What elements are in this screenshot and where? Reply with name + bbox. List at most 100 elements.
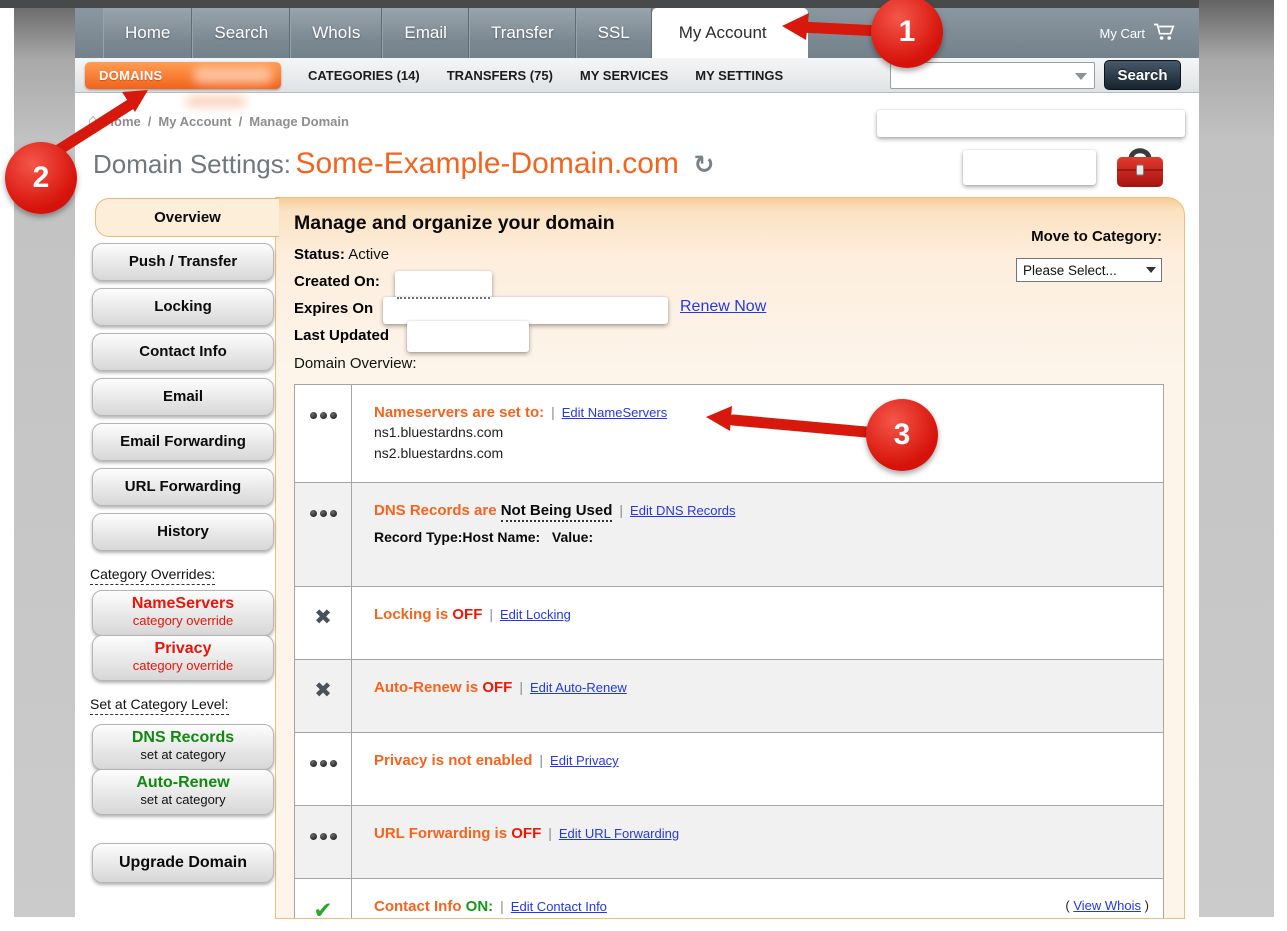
breadcrumb-item[interactable]: Manage Domain	[249, 114, 349, 129]
home-icon: ⌂	[88, 112, 98, 130]
move-to-category-select[interactable]: Please Select...	[1016, 258, 1162, 282]
ellipsis-icon	[310, 412, 337, 419]
breadcrumb-items: Home/My Account/Manage Domain	[105, 114, 349, 129]
subnav-item-transfers-[interactable]: TRANSFERS (75)	[447, 68, 553, 83]
sidebar-item-contact-info[interactable]: Contact Info	[92, 333, 274, 371]
nameserver-value: ns2.bluestardns.com	[374, 443, 1149, 464]
domain-search-input[interactable]	[891, 63, 1094, 88]
breadcrumb: ⌂ Home/My Account/Manage Domain	[88, 112, 349, 130]
updated-line: Last Updated	[294, 327, 389, 344]
search-button[interactable]: Search	[1104, 60, 1181, 90]
row-title-segment: ON:	[466, 898, 494, 915]
sidebar-item-locking[interactable]: Locking	[92, 288, 274, 326]
top-nav-tab-email[interactable]: Email	[382, 8, 469, 58]
top-nav-tabs: HomeSearchWhoIsEmailTransferSSLMy Accoun…	[75, 8, 1199, 58]
top-nav-tab-whois[interactable]: WhoIs	[290, 8, 382, 58]
my-cart[interactable]: My Cart	[1100, 8, 1178, 58]
row-body: URL Forwarding is OFF|Edit URL Forwardin…	[352, 806, 1163, 878]
chevron-down-icon	[1146, 267, 1156, 273]
row-icon-cell: ✔	[295, 879, 352, 919]
edit-link[interactable]: Edit URL Forwarding	[559, 826, 679, 841]
ellipsis-icon	[310, 760, 337, 767]
edit-link[interactable]: Edit NameServers	[562, 405, 667, 420]
sidebar-item-nameservers-override-title: NameServers	[93, 594, 273, 613]
edit-link[interactable]: Edit Contact Info	[511, 899, 607, 914]
edit-link[interactable]: Edit DNS Records	[630, 503, 735, 518]
domain-search-combobox[interactable]	[890, 62, 1095, 89]
row-icon-cell	[295, 483, 352, 586]
separator: |	[539, 752, 543, 768]
sidebar-item-email[interactable]: Email	[92, 378, 274, 416]
separator: |	[489, 606, 493, 622]
separator: |	[519, 679, 523, 695]
separator: |	[548, 825, 552, 841]
redaction-box	[963, 150, 1096, 185]
sidebar-item-auto-renew-category-subtitle: set at category	[93, 792, 273, 807]
expires-label: Expires On	[294, 300, 373, 317]
sidebar-item-history[interactable]: History	[92, 513, 274, 551]
sidebar-item-label: Push / Transfer	[93, 244, 273, 280]
edit-link[interactable]: Edit Auto-Renew	[530, 680, 627, 695]
sidebar-item-privacy-override[interactable]: Privacycategory override	[92, 635, 274, 681]
chevron-down-icon[interactable]	[1075, 73, 1087, 80]
top-nav-tab-my-account[interactable]: My Account	[652, 8, 808, 58]
subnav-item-categories-[interactable]: CATEGORIES (14)	[308, 68, 420, 83]
sidebar-item-auto-renew-category[interactable]: Auto-Renewset at category	[92, 769, 274, 815]
domain-settings-sidebar: Overview Push / Transfer Locking Contact In…	[90, 197, 276, 917]
set-at-category-label: Set at Category Level:	[90, 696, 229, 712]
subnav-item-my-settings[interactable]: MY SETTINGS	[695, 68, 783, 83]
row-title-segment: OFF	[452, 606, 482, 623]
created-label: Created On:	[294, 273, 380, 290]
page-title-prefix: Domain Settings:	[93, 149, 291, 179]
sidebar-item-upgrade-domain[interactable]: Upgrade Domain	[92, 843, 274, 883]
row-title-segment: Privacy is not enabled	[374, 752, 532, 769]
sidebar-item-dns-records-category[interactable]: DNS Recordsset at category	[92, 724, 274, 770]
redaction-box	[877, 110, 1185, 137]
table-row: Nameservers are set to:|Edit NameServers…	[295, 385, 1163, 482]
table-row: DNS Records are Not Being Used|Edit DNS …	[295, 482, 1163, 586]
sidebar-item-overview[interactable]: Overview	[95, 198, 279, 237]
table-row: URL Forwarding is OFF|Edit URL Forwardin…	[295, 805, 1163, 878]
panel-heading: Manage and organize your domain	[294, 212, 615, 235]
separator: |	[619, 502, 623, 518]
top-nav-tab-ssl[interactable]: SSL	[576, 8, 652, 58]
ellipsis-icon	[310, 510, 337, 517]
renew-now-link[interactable]: Renew Now	[680, 298, 766, 316]
top-nav-tab-home[interactable]: Home	[103, 8, 192, 58]
domain-overview-label: Domain Overview:	[294, 355, 417, 372]
sidebar-item-label: Contact Info	[93, 334, 273, 370]
window-top-band	[0, 0, 1199, 8]
created-line: Created On:	[294, 273, 380, 290]
status-value: Active	[348, 246, 389, 263]
edit-link[interactable]: Edit Privacy	[550, 753, 619, 768]
refresh-icon[interactable]: ↻	[693, 151, 714, 179]
subnav-item-my-services[interactable]: MY SERVICES	[580, 68, 668, 83]
table-row: Privacy is not enabled | Edit Privacy	[295, 732, 1163, 805]
table-row: ✔Contact Info ON:|Edit Contact Info( Vie…	[295, 878, 1163, 919]
breadcrumb-item[interactable]: My Account	[158, 114, 231, 129]
cart-icon	[1153, 22, 1177, 44]
sidebar-item-push-transfer[interactable]: Push / Transfer	[92, 243, 274, 281]
set-at-category-label-text: Set at Category Level:	[90, 696, 229, 715]
my-cart-label: My Cart	[1100, 26, 1146, 41]
sidebar-item-url-forwarding[interactable]: URL Forwarding	[92, 468, 274, 506]
separator: |	[500, 898, 504, 914]
row-icon-cell: ✖	[295, 587, 352, 659]
edit-link[interactable]: Edit Locking	[500, 607, 571, 622]
view-whois-link[interactable]: View Whois	[1073, 898, 1141, 913]
move-to-category-control: Please Select...	[1016, 258, 1162, 282]
row-body: Nameservers are set to:|Edit NameServers…	[352, 385, 1163, 482]
sidebar-item-email-forwarding[interactable]: Email Forwarding	[92, 423, 274, 461]
breadcrumb-item[interactable]: Home	[105, 114, 141, 129]
toolbox-icon[interactable]	[1114, 145, 1166, 196]
sidebar-item-nameservers-override[interactable]: NameServerscategory override	[92, 590, 274, 636]
row-title: Auto-Renew is OFF|Edit Auto-Renew	[374, 679, 1149, 697]
top-nav-tab-transfer[interactable]: Transfer	[469, 8, 576, 58]
sidebar-item-label: URL Forwarding	[93, 469, 273, 505]
row-icon-cell: ✖	[295, 660, 352, 732]
top-nav-tab-search[interactable]: Search	[192, 8, 290, 58]
row-title-segment: Not Being Used	[501, 502, 613, 522]
subnav-item-domains[interactable]: DOMAINS	[85, 62, 281, 89]
table-row: ✖Auto-Renew is OFF|Edit Auto-Renew	[295, 659, 1163, 732]
paren-close: )	[1141, 898, 1149, 913]
